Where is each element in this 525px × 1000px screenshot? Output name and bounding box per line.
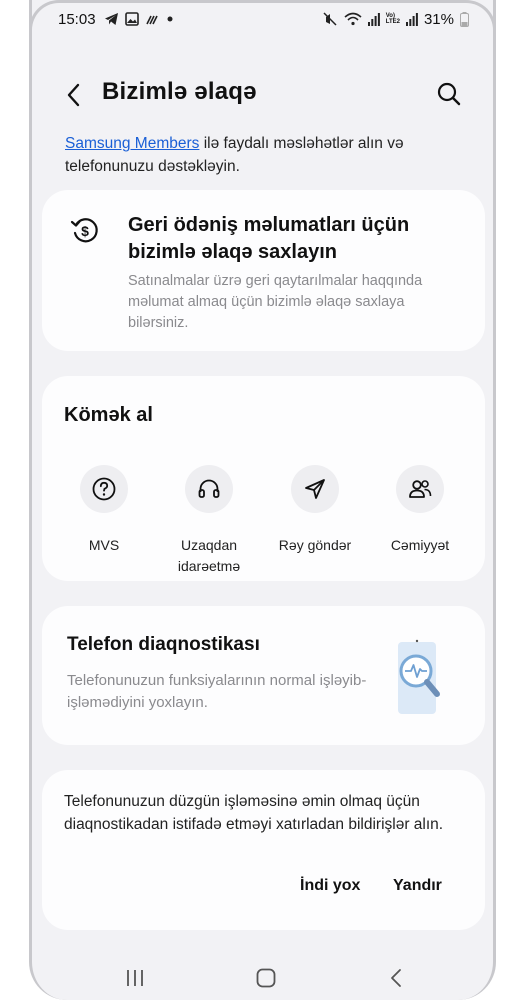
headset-icon [198,479,220,498]
not-now-button[interactable]: İndi yox [300,877,360,895]
status-time: 15:03 [58,10,96,28]
search-button[interactable] [435,80,463,108]
get-help-card: Kömək al MVS Uzaqdan idarəetmə Rəy göndə… [42,376,485,581]
page-title: Bizimlə əlaqə [102,78,257,105]
help-item-label: Cəmiyyət [390,537,450,553]
battery-percent: 31% [423,10,454,28]
volte-label: Vo) LTE2 [385,13,400,25]
telegram-icon [104,12,119,26]
back-button[interactable] [60,80,90,110]
help-item-remote[interactable]: Uzaqdan idarəetmə [154,465,264,577]
notice-text: Telefonunuzun düzgün işləməsinə əmin olm… [64,793,444,833]
samsung-members-link[interactable]: Samsung Members [65,135,199,152]
refund-card-title: Geri ödəniş məlumatları üçün bizimlə əla… [128,214,410,263]
help-item-label: Rəy göndər [278,537,352,553]
help-item-mvs[interactable]: MVS [49,465,159,556]
refund-card-description: Satınalmalar üzrə geri qaytarılmalar haq… [128,273,423,331]
wifi-icon [344,12,362,26]
community-icon [409,480,432,498]
mute-icon [323,12,338,26]
refund-contact-card[interactable]: $ Geri ödəniş məlumatları üçün bizimlə ə… [42,190,485,351]
chevron-left-icon [67,83,80,107]
help-item-label: MVS [88,537,120,553]
back-arrow-icon [391,969,401,987]
help-item-label: Uzaqdan idarəetmə [177,537,241,574]
refund-dollar-icon: $ [70,216,100,246]
help-item-feedback[interactable]: Rəy göndər [260,465,370,556]
diagnostics-magnifier-icon [392,638,452,718]
home-icon [256,968,276,988]
send-icon [305,479,325,499]
signal-2-icon [405,12,418,26]
help-card-title: Kömək al [64,404,153,426]
diagnostics-card-description: Telefonunuzun funksiyalarının normal işl… [67,672,367,711]
diagnostics-notice-card: Telefonunuzun düzgün işləməsinə əmin olm… [42,770,485,930]
phone-diagnostics-card[interactable]: Telefon diaqnostikası Telefonunuzun funk… [42,606,485,745]
diagnostics-card-title: Telefon diaqnostikası [67,634,260,655]
battery-icon [460,11,469,27]
intro-text: Samsung Members ilə faydalı məsləhətlər … [65,132,465,178]
turn-on-button[interactable]: Yandır [393,877,442,895]
phone-screen: 15:03 Vo) LTE2 31% Bizimlə əlaqə Samsung… [29,0,496,1000]
home-button[interactable] [251,964,281,992]
recents-icon [127,970,143,986]
question-icon [92,477,116,501]
app-header: Bizimlə əlaqə [32,74,493,114]
status-bar: 15:03 Vo) LTE2 31% [32,8,493,30]
nav-back-button[interactable] [382,964,412,992]
help-item-community[interactable]: Cəmiyyət [365,465,475,556]
recent-apps-button[interactable] [120,964,150,992]
search-icon [437,82,461,106]
pen-icon [145,12,160,26]
signal-1-icon [367,12,380,26]
dot-icon [166,15,174,23]
svg-text:$: $ [81,223,89,239]
gallery-icon [124,12,139,26]
system-nav-bar [32,960,493,996]
